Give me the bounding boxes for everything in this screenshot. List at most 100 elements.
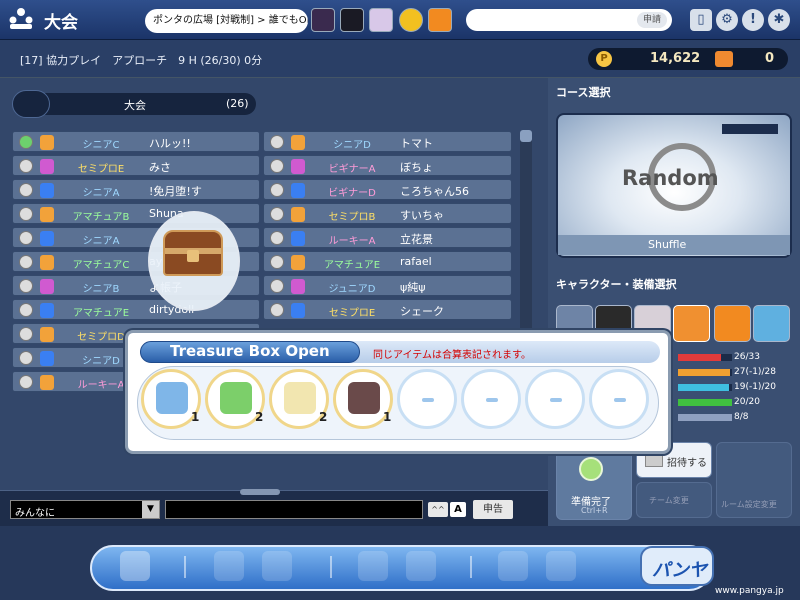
- player-row[interactable]: セミプロE シェーク: [263, 299, 512, 320]
- reward-count: 1: [191, 410, 200, 424]
- player-row[interactable]: セミプロE みさ: [12, 155, 260, 176]
- phone-icon[interactable]: ▯: [690, 9, 712, 31]
- reward-slot-potion: 1: [141, 369, 201, 429]
- course-shuffle-label: Shuffle: [648, 238, 687, 251]
- character-icon: [291, 183, 305, 198]
- status-icon: [19, 351, 33, 365]
- player-rank: シニアB: [82, 284, 120, 295]
- reward-count: 1: [383, 410, 392, 424]
- status-icon: [19, 183, 33, 197]
- player-rank: アマチュアE: [323, 260, 381, 271]
- chat-channel-value: みんなに: [15, 508, 55, 519]
- settings-icon[interactable]: [262, 551, 292, 581]
- host-arrow-icon: [19, 135, 33, 149]
- request-button[interactable]: 申請: [637, 12, 667, 28]
- avatar-slot-3[interactable]: [369, 8, 393, 32]
- player-name: !免月堕!す: [149, 185, 202, 198]
- stat-value: 19(-1)/20: [734, 382, 776, 392]
- player-rank: シニアC: [82, 140, 120, 151]
- shop-arrow-icon[interactable]: [753, 305, 790, 342]
- emote-button[interactable]: ^^: [428, 502, 448, 517]
- room-settings-label: ルーム設定変更: [721, 500, 777, 509]
- reward-slot-capsule: 2: [205, 369, 265, 429]
- font-button[interactable]: A: [450, 502, 466, 517]
- character-icon: [40, 303, 54, 318]
- player-rank: シニアD: [333, 140, 371, 151]
- status-icon: [19, 327, 33, 341]
- player-name: ψ純ψ: [400, 281, 426, 294]
- player-row[interactable]: アマチュアE rafael: [263, 251, 512, 272]
- avatar-slot-1[interactable]: [311, 8, 335, 32]
- status-icon: [270, 303, 284, 317]
- point-count: 0: [765, 51, 775, 66]
- page-title: 大会: [44, 13, 78, 33]
- map-icon[interactable]: [406, 551, 436, 581]
- chat-resize-handle[interactable]: [240, 489, 280, 495]
- player-row[interactable]: ビギナーD ころちゃん56: [263, 179, 512, 200]
- stat-value: 20/20: [734, 397, 760, 407]
- character-icon: [40, 327, 54, 342]
- player-row[interactable]: アマチュアB Shuna: [12, 203, 260, 224]
- room-settings-button[interactable]: ルーム設定変更: [716, 442, 792, 518]
- character-icon: [40, 159, 54, 174]
- chat-channel-select[interactable]: みんなに ▼: [10, 500, 160, 519]
- cookie-point-icon: [715, 51, 733, 67]
- reward-slot-ticket: 2: [269, 369, 329, 429]
- character-icon: [40, 135, 54, 150]
- breadcrumb[interactable]: ポンタの広場 [対戦制] > 誰でもOK ど: [145, 9, 308, 33]
- smiley-icon[interactable]: [399, 8, 423, 32]
- report-button[interactable]: 申告: [473, 500, 513, 519]
- player-row[interactable]: シニアA !免月堕!す: [12, 179, 260, 200]
- mail-icon[interactable]: [498, 551, 528, 581]
- player-rank: シニアA: [82, 236, 120, 247]
- item-slot[interactable]: [673, 305, 710, 342]
- people-icon: [9, 8, 33, 29]
- empty-reward-slot: [397, 369, 457, 429]
- character-icon: [291, 303, 305, 318]
- home-icon[interactable]: [358, 551, 388, 581]
- stat-fill: [678, 384, 730, 391]
- player-row[interactable]: シニアD トマト: [263, 131, 512, 152]
- player-name: シェーク: [400, 305, 444, 318]
- dock-separator: [184, 556, 186, 578]
- character-icon: [40, 351, 54, 366]
- photo-icon[interactable]: [546, 551, 576, 581]
- chat-input[interactable]: [165, 500, 423, 519]
- avatar-slot[interactable]: [714, 305, 751, 342]
- player-row[interactable]: ルーキーA 立花景: [263, 227, 512, 248]
- status-icon: [19, 303, 33, 317]
- site-url: www.pangya.jp: [715, 586, 784, 596]
- ready-shortcut: Ctrl+R: [581, 506, 608, 515]
- player-row[interactable]: ビギナーA ぼちょ: [263, 155, 512, 176]
- course-name: Random: [622, 166, 719, 190]
- status-icon: [19, 159, 33, 173]
- status-icon: [19, 231, 33, 245]
- status-icon: [19, 255, 33, 269]
- status-icon: [19, 207, 33, 221]
- character-icon: [40, 231, 54, 246]
- shop-icon[interactable]: [214, 551, 244, 581]
- player-row[interactable]: アマチュアE dirtydoll: [12, 299, 260, 320]
- ticket-icon: [284, 382, 316, 414]
- status-icon: [270, 255, 284, 269]
- exit-door-icon[interactable]: [120, 551, 150, 581]
- list-header-knob: [12, 90, 50, 118]
- gear-icon[interactable]: ✱: [768, 9, 790, 31]
- reward-count: 2: [319, 410, 328, 424]
- player-name: rafael: [400, 255, 432, 268]
- team-change-button[interactable]: チーム変更: [636, 482, 712, 518]
- empty-reward-slot: [525, 369, 585, 429]
- armor-piece-icon: [348, 382, 380, 414]
- player-row[interactable]: ジュニアD ψ純ψ: [263, 275, 512, 296]
- scroll-up-icon[interactable]: [520, 130, 532, 142]
- chevron-down-icon[interactable]: ▼: [142, 501, 159, 518]
- status-icon: [19, 375, 33, 389]
- player-row[interactable]: シニアC ハルッ!!: [12, 131, 260, 152]
- alert-icon[interactable]: !: [742, 9, 764, 31]
- player-rank: ビギナーA: [328, 164, 376, 175]
- brand-logo: パンヤ: [640, 546, 714, 586]
- player-row[interactable]: セミプロB すいちゃ: [263, 203, 512, 224]
- avatar-slot-2[interactable]: [340, 8, 364, 32]
- avatar-slot-5[interactable]: [428, 8, 452, 32]
- friends-icon[interactable]: ⚙: [716, 9, 738, 31]
